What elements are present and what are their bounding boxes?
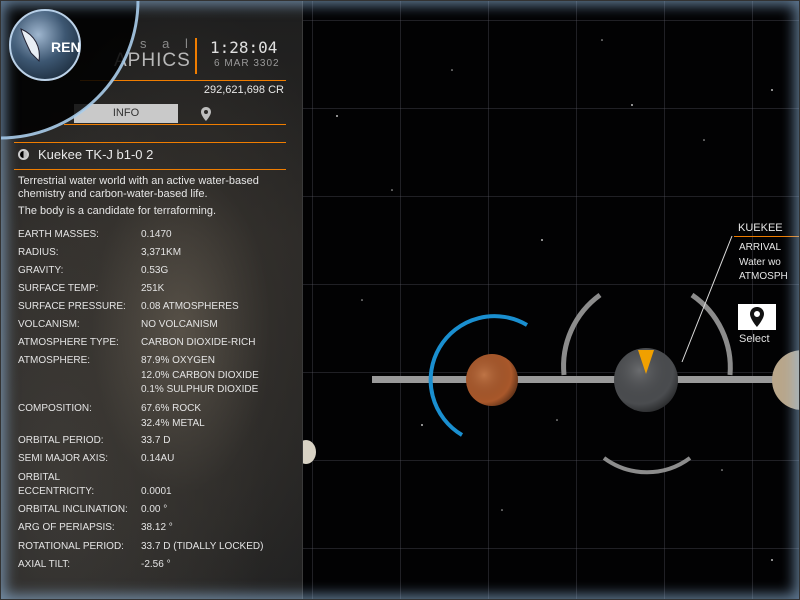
stat-value: 0.53G <box>141 265 169 276</box>
stat-value: 0.14AU <box>141 453 175 464</box>
stat-key: SURFACE PRESSURE: <box>18 301 126 312</box>
target-title: KUEKEE <box>738 222 783 234</box>
stat-value: 33.7 D <box>141 435 171 446</box>
tab-navigation[interactable] <box>194 104 218 123</box>
terraform-note: The body is a candidate for terraforming… <box>18 205 217 217</box>
stat-value: 251K <box>141 283 165 294</box>
system-map[interactable]: KUEKEE ARRIVAL Water wo ATMOSPH Select <box>302 0 800 600</box>
brand-top: s a l <box>140 36 194 51</box>
credits-balance: 292,621,698 CR <box>203 84 284 96</box>
stat-key: ARG OF PERIAPSIS: <box>18 522 115 533</box>
selection-bracket-left <box>561 292 602 376</box>
stat-key: ROTATIONAL PERIOD: <box>18 541 124 552</box>
commander-label: REN <box>51 39 81 55</box>
header-separator <box>195 38 197 74</box>
stat-value: 12.0% CARBON DIOXIDE <box>141 370 259 381</box>
target-title-underline <box>734 236 800 237</box>
stat-key: ATMOSPHERE: <box>18 355 91 366</box>
stat-key: RADIUS: <box>18 247 59 258</box>
stat-key: SURFACE TEMP: <box>18 283 99 294</box>
star-field <box>336 39 773 561</box>
body-title-row: Kuekee TK-J b1-0 2 <box>14 142 286 170</box>
ship-icon <box>20 28 40 63</box>
stat-value: -2.56 ° <box>141 559 171 570</box>
stat-value: 33.7 D (TIDALLY LOCKED) <box>141 541 264 552</box>
target-line-arrival: ARRIVAL <box>739 242 782 253</box>
stat-value: CARBON DIOXIDE-RICH <box>141 337 256 348</box>
stat-value: 3,371KM <box>141 247 182 258</box>
stat-value: 32.4% METAL <box>141 418 205 429</box>
stat-value: 38.12 ° <box>141 522 173 533</box>
stat-value: 67.6% ROCK <box>141 403 202 414</box>
planet-rocky-shade <box>466 354 518 406</box>
stat-key: ORBITAL <box>18 472 61 483</box>
stat-key: ECCENTRICITY: <box>18 486 95 497</box>
stat-value: 0.1% SULPHUR DIOXIDE <box>141 384 259 395</box>
stat-value: 0.08 ATMOSPHERES <box>141 301 239 312</box>
game-date: 6 MAR 3302 <box>214 58 280 69</box>
stat-key: EARTH MASSES: <box>18 229 99 240</box>
map-pin-icon <box>750 307 764 327</box>
stat-value: 0.1470 <box>141 229 172 240</box>
stat-key: SEMI MAJOR AXIS: <box>18 453 109 464</box>
body-description: Terrestrial water world with an active w… <box>18 175 259 200</box>
stat-key: ORBITAL PERIOD: <box>18 435 104 446</box>
body-name: Kuekee TK-J b1-0 2 <box>38 147 154 162</box>
stat-key: GRAVITY: <box>18 265 64 276</box>
stat-value: 0.0001 <box>141 486 172 497</box>
map-pin-icon <box>201 107 211 121</box>
stat-key: AXIAL TILT: <box>18 559 71 570</box>
target-line-atmos: ATMOSPH <box>739 271 788 282</box>
planet-icon <box>18 149 29 160</box>
target-line-desc: Water wo <box>739 257 781 268</box>
stat-value: 0.00 ° <box>141 504 168 515</box>
orbit-axis <box>372 376 800 383</box>
select-label: Select <box>739 333 770 345</box>
stat-key: VOLCANISM: <box>18 319 80 330</box>
planet-small-left[interactable] <box>302 440 316 464</box>
select-target-button[interactable] <box>738 304 776 330</box>
selection-bracket-right <box>690 292 733 376</box>
system-map-graphics <box>302 39 800 561</box>
stat-key: COMPOSITION: <box>18 403 92 414</box>
selection-bracket-bottom <box>602 456 692 475</box>
stat-key: ORBITAL INCLINATION: <box>18 504 128 515</box>
stat-value: NO VOLCANISM <box>141 319 218 330</box>
commander-avatar-button[interactable]: REN <box>9 9 81 81</box>
stat-value: 87.9% OXYGEN <box>141 355 215 366</box>
planet-partial-right[interactable] <box>772 350 800 410</box>
clock-time: 1:28:04 <box>210 38 278 57</box>
stat-key: ATMOSPHERE TYPE: <box>18 337 119 348</box>
